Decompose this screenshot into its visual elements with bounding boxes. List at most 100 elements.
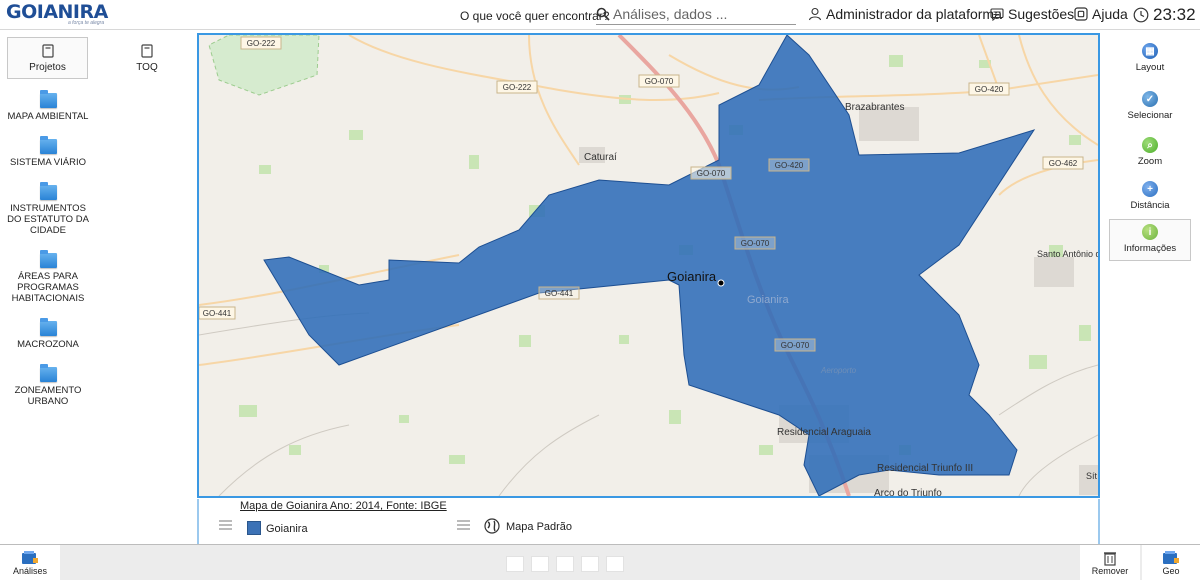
folder-icon <box>39 89 57 108</box>
folder-icon <box>39 135 57 154</box>
map-legend: Mapa de Goianira Ano: 2014, Fonte: IBGE … <box>197 499 1100 544</box>
folder-icon <box>39 181 57 200</box>
category-zoneamento-urbano[interactable]: ZONEAMENTO URBANO <box>0 363 96 411</box>
map-canvas[interactable]: GO-222 GO-222 GO-070 GO-420 GO-462 GO-07… <box>199 35 1098 496</box>
toq-book-icon <box>141 43 153 58</box>
remove-label: Remover <box>1091 566 1129 576</box>
analyses-icon <box>22 551 38 564</box>
road-label: GO-441 <box>203 309 232 318</box>
basemap-label[interactable]: Mapa Padrão <box>506 521 572 533</box>
legend-title[interactable]: Mapa de Goianira Ano: 2014, Fonte: IBGE <box>240 500 447 512</box>
category-label: ÁREAS PARA PROGRAMAS HABITACIONAIS <box>11 270 85 304</box>
layout-button[interactable]: ▦ Layout <box>1109 39 1191 79</box>
tool-label: Informações <box>1123 243 1177 254</box>
place-label: Brazabrantes <box>845 102 904 113</box>
page-square[interactable] <box>506 556 524 572</box>
info-button[interactable]: i Informações <box>1109 219 1191 261</box>
top-header: GOIANIRA a força te alegra O que você qu… <box>0 0 1200 30</box>
layer-drag-handle-icon[interactable] <box>219 520 232 530</box>
place-label: Arco do Triunfo <box>874 488 942 496</box>
zoom-button[interactable]: ⌕ Zoom <box>1109 133 1191 171</box>
page-square[interactable] <box>531 556 549 572</box>
folder-icon <box>39 317 57 336</box>
trash-icon <box>1104 552 1116 566</box>
geo-button[interactable]: Geo <box>1142 545 1200 580</box>
city-label: Goianira <box>667 269 717 284</box>
help-button[interactable]: Ajuda <box>1074 6 1128 22</box>
page-square[interactable] <box>581 556 599 572</box>
layer-color-swatch <box>247 521 261 535</box>
category-sistema-viario[interactable]: SISTEMA VIÁRIO <box>0 135 96 171</box>
toq-label: TOQ <box>136 61 158 73</box>
select-icon: ✓ <box>1142 91 1158 107</box>
distance-button[interactable]: + Distância <box>1109 177 1191 217</box>
place-label: Santo Antônio de Goiás <box>1037 249 1098 259</box>
search-input[interactable] <box>613 6 793 22</box>
bottom-bar: Análises Remover Geo <box>0 544 1200 580</box>
zoom-icon: ⌕ <box>1142 137 1158 153</box>
remove-button[interactable]: Remover <box>1080 545 1140 580</box>
analyses-label: Análises <box>12 566 48 576</box>
select-button[interactable]: ✓ Selecionar <box>1109 87 1191 127</box>
project-book-icon <box>41 43 54 58</box>
folder-icon <box>39 249 57 268</box>
pagination <box>506 556 624 572</box>
analyses-button[interactable]: Análises <box>0 545 60 580</box>
geo-label: Geo <box>1162 566 1180 576</box>
tool-label: Zoom <box>1137 156 1163 167</box>
place-label: Aeroporto <box>820 366 857 375</box>
user-icon <box>808 7 822 21</box>
geo-icon <box>1163 551 1179 564</box>
place-label: Sít <box>1086 471 1098 481</box>
category-areas-habitacionais[interactable]: ÁREAS PARA PROGRAMAS HABITACIONAIS <box>0 249 96 307</box>
map-viewport[interactable]: GO-222 GO-222 GO-070 GO-420 GO-462 GO-07… <box>197 33 1100 498</box>
tool-label: Distância <box>1130 200 1170 211</box>
road-label: GO-441 <box>545 289 574 298</box>
category-mapa-ambiental[interactable]: MAPA AMBIENTAL <box>0 89 96 125</box>
road-label: GO-070 <box>741 239 770 248</box>
logo-text: GOIANIRA <box>6 1 108 23</box>
goianira-logo[interactable]: GOIANIRA a força te alegra <box>6 2 116 28</box>
comment-icon <box>990 7 1004 21</box>
help-lifebuoy-icon <box>1074 7 1088 21</box>
page-square[interactable] <box>556 556 574 572</box>
category-macrozona[interactable]: MACROZONA <box>0 317 96 353</box>
right-toolbar: ▦ Layout ✓ Selecionar ⌕ Zoom + Distância… <box>1104 31 1200 543</box>
help-label: Ajuda <box>1092 6 1128 22</box>
folder-icon <box>39 364 57 382</box>
search-box[interactable] <box>596 4 796 25</box>
category-instrumentos-estatuto[interactable]: INSTRUMENTOS DO ESTATUTO DA CIDADE <box>0 181 96 239</box>
distance-icon: + <box>1142 181 1158 197</box>
projetos-label: Projetos <box>29 61 66 73</box>
road-label: GO-070 <box>645 77 674 86</box>
layout-icon: ▦ <box>1142 43 1158 59</box>
clock: 23:32 <box>1133 5 1196 25</box>
road-label: GO-420 <box>775 161 804 170</box>
road-label: GO-070 <box>781 341 810 350</box>
road-label: GO-222 <box>503 83 532 92</box>
toq-button[interactable]: TOQ <box>107 37 187 79</box>
place-label: Caturaí <box>584 152 617 163</box>
clock-text: 23:32 <box>1153 5 1196 24</box>
city-marker[interactable] <box>717 279 725 287</box>
category-label: ZONEAMENTO URBANO <box>14 385 82 407</box>
globe-icon <box>484 518 500 534</box>
user-menu[interactable]: Administrador da plataforma <box>808 6 1002 22</box>
road-label: GO-462 <box>1049 159 1078 168</box>
page-square[interactable] <box>606 556 624 572</box>
place-label: Residencial Triunfo III <box>877 463 973 474</box>
basemap-drag-handle-icon[interactable] <box>457 520 470 530</box>
left-sidebar: Projetos TOQ MAPA AMBIENTAL SISTEMA VIÁR… <box>0 31 158 543</box>
road-label: GO-222 <box>247 39 276 48</box>
projetos-button[interactable]: Projetos <box>7 37 88 79</box>
search-icon <box>596 7 610 21</box>
suggestions-label: Sugestões <box>1008 6 1075 22</box>
place-label: Goianira <box>747 294 789 306</box>
suggestions-button[interactable]: Sugestões <box>990 6 1074 22</box>
layer-label[interactable]: Goianira <box>266 523 308 535</box>
category-label: MACROZONA <box>17 338 79 350</box>
place-label: Residencial Araguaia <box>777 427 871 438</box>
search-prompt: O que você quer encontrar? <box>460 9 610 23</box>
user-label: Administrador da plataforma <box>826 6 1002 22</box>
road-label: GO-420 <box>975 85 1004 94</box>
